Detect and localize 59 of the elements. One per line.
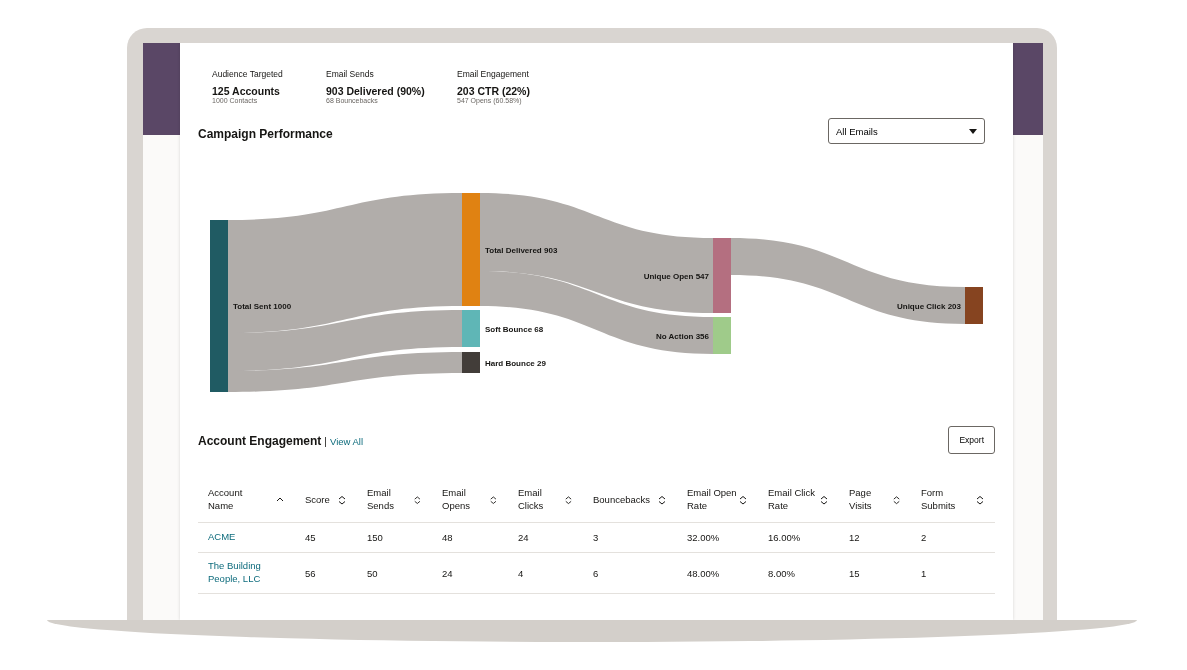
stat-value: 903 Delivered (90%) [326,85,426,97]
sort-icon[interactable] [489,495,498,505]
column-header[interactable]: Email Sends [357,478,432,523]
table-cell: 150 [357,523,432,553]
column-header[interactable]: Email Opens [432,478,508,523]
table-cell: 3 [583,523,677,553]
stat-label: Email Sends [326,69,375,79]
table-cell: 24 [432,553,508,594]
column-header[interactable]: Bouncebacks [583,478,677,523]
sort-icon[interactable] [738,495,748,505]
column-header[interactable]: Email Open Rate [677,478,758,523]
sort-icon[interactable] [413,495,422,505]
table-cell: 48 [432,523,508,553]
table-cell: 45 [295,523,357,553]
column-header[interactable]: Form Submits [911,478,995,523]
column-header[interactable]: Email Click Rate [758,478,839,523]
email-filter-dropdown[interactable]: All Emails [828,118,985,144]
sort-icon[interactable] [891,495,901,505]
section-title: Account Engagement [198,433,322,448]
export-button[interactable]: Export [948,426,995,454]
stat-value: 203 CTR (22%) [457,85,531,97]
stat-label: Email Engagement [457,69,530,79]
sort-icon[interactable] [819,495,829,505]
node-label: Unique Open 547 [643,271,709,281]
node-label: Unique Click 203 [896,301,961,311]
table-cell: 15 [839,553,911,594]
stat-label: Audience Targeted [212,69,284,79]
table-cell: 32.00% [677,523,758,553]
column-header[interactable]: Email Clicks [508,478,583,523]
node-label: No Action 356 [655,331,709,341]
section-title: Campaign Performance [198,127,333,141]
column-header[interactable]: Page Visits [839,478,911,523]
sort-icon[interactable] [975,495,985,505]
node-label: Soft Bounce 68 [485,324,544,334]
table-cell: 1 [911,553,995,594]
table-cell: 16.00% [758,523,839,553]
table-cell: 48.00% [677,553,758,594]
table-cell: 8.00% [758,553,839,594]
table-cell: 4 [508,553,583,594]
column-header[interactable]: Score [295,478,357,523]
table-cell: 56 [295,553,357,594]
table-cell: 6 [583,553,677,594]
node-label: Total Delivered 903 [485,245,558,255]
separator: | [324,435,327,447]
stat-value: 125 Accounts [212,85,281,97]
node-label: Total Sent 1000 [233,302,292,311]
account-link[interactable]: The Building People, LLC [208,560,285,586]
sort-icon[interactable] [337,495,347,505]
table-cell: 24 [508,523,583,553]
node-label: Hard Bounce 29 [485,358,546,368]
view-all-link[interactable]: View All [329,435,364,447]
caret-icon [969,128,977,134]
table-cell: 12 [839,523,911,553]
table-cell: 2 [911,523,995,553]
sort-icon[interactable] [564,495,573,505]
account-link[interactable]: ACME [208,531,236,544]
sort-icon[interactable] [657,495,667,505]
column-header[interactable]: Account Name [198,478,295,523]
table-cell: 50 [357,553,432,594]
